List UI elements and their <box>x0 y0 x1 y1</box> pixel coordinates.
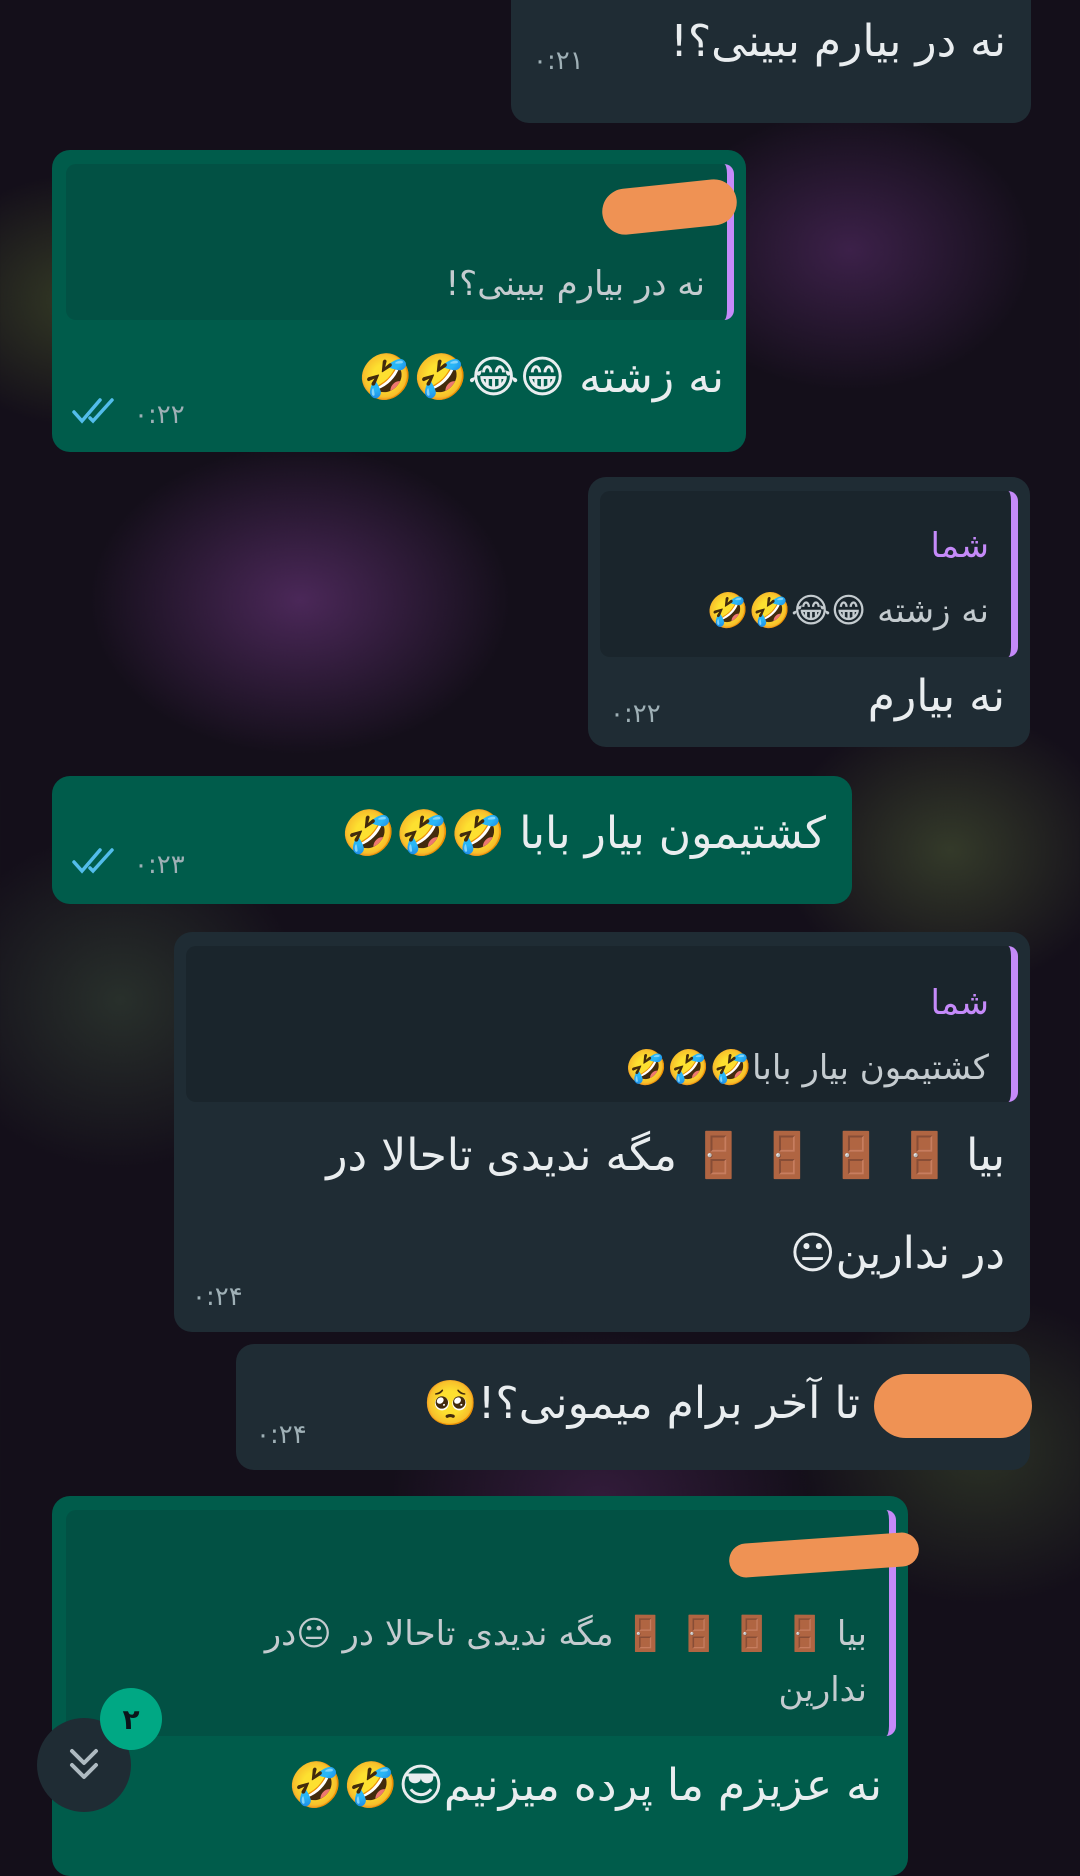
reply-quote[interactable]: نه در بیارم ببینی؟! <box>66 164 740 320</box>
message-text: کشتیمون بیار بابا 🤣🤣🤣 <box>340 808 826 859</box>
unread-count-badge: ۲ <box>100 1688 162 1750</box>
quote-text: کشتیمون بیار بابا🤣🤣🤣 <box>625 1048 989 1088</box>
message-text: نه زشته 😁😂🤣🤣 <box>358 352 724 403</box>
reply-quote[interactable]: شما کشتیمون بیار بابا🤣🤣🤣 <box>186 946 1018 1102</box>
reply-quote[interactable]: بیا 🚪 🚪 🚪 🚪 مگه ندیدی تاحالا در 😐در ندار… <box>66 1510 920 1736</box>
quote-text-line-1: بیا 🚪 🚪 🚪 🚪 مگه ندیدی تاحالا در 😐در <box>264 1614 867 1654</box>
message-text-line-1: بیا 🚪 🚪 🚪 🚪 مگه ندیدی تاحالا در <box>326 1130 1005 1181</box>
message-time: ۰:۲۱ <box>533 46 584 76</box>
message-time: ۰:۲۳ <box>134 850 185 880</box>
redacted-name <box>728 1531 920 1579</box>
quote-text-line-2: ندارین <box>778 1670 867 1710</box>
reply-quote[interactable]: شما نه زشته 😁😂🤣🤣 <box>600 491 1018 657</box>
redacted-name <box>874 1374 1032 1438</box>
quote-sender: شما <box>930 983 989 1023</box>
double-chevron-down-icon <box>70 1749 98 1779</box>
message-time: ۰:۲۲ <box>134 400 185 430</box>
message-text: نه بیارم <box>867 671 1005 722</box>
quote-text: نه در بیارم ببینی؟! <box>445 264 705 304</box>
message-time: ۰:۲۲ <box>610 699 661 729</box>
double-check-icon <box>72 398 114 424</box>
double-check-icon <box>72 848 114 874</box>
message-bubble-incoming[interactable]: شما نه زشته 😁😂🤣🤣 نه بیارم ۰:۲۲ <box>588 477 1030 747</box>
quote-text: نه زشته 😁😂🤣🤣 <box>706 591 989 631</box>
message-bubble-incoming[interactable]: شما کشتیمون بیار بابا🤣🤣🤣 بیا 🚪 🚪 🚪 🚪 مگه… <box>174 932 1030 1332</box>
message-text: تا آخر برام میمونی؟!🥺 <box>422 1378 860 1429</box>
message-bubble-outgoing[interactable]: نه در بیارم ببینی؟! نه زشته 😁😂🤣🤣 ۰:۲۲ <box>52 150 746 452</box>
message-time: ۰:۲۴ <box>256 1420 307 1450</box>
message-text: نه عزیزم ما پرده میزنیم😎🤣🤣 <box>288 1760 882 1811</box>
message-time: ۰:۲۴ <box>192 1282 243 1312</box>
message-bubble-outgoing[interactable]: کشتیمون بیار بابا 🤣🤣🤣 ۰:۲۳ <box>52 776 852 904</box>
message-text: نه در بیارم ببینی؟! <box>670 16 1006 67</box>
message-text-line-2: در ندارین😐 <box>789 1228 1005 1279</box>
message-bubble-outgoing[interactable]: بیا 🚪 🚪 🚪 🚪 مگه ندیدی تاحالا در 😐در ندار… <box>52 1496 920 1876</box>
message-bubble-incoming[interactable]: تا آخر برام میمونی؟!🥺 ۰:۲۴ <box>236 1344 1032 1470</box>
message-bubble-incoming[interactable]: نه در بیارم ببینی؟! ۰:۲۱ <box>511 0 1031 123</box>
quote-sender: شما <box>930 526 989 566</box>
redacted-name <box>599 177 740 237</box>
